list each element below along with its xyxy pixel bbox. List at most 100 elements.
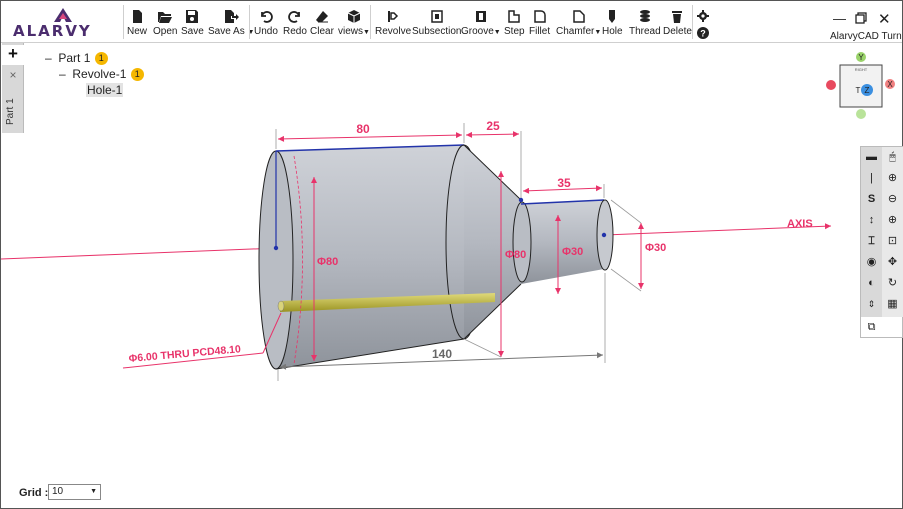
cone-section[interactable]: [463, 144, 522, 340]
close-tab-icon[interactable]: ×: [2, 68, 24, 82]
axis-line: [1, 223, 832, 260]
app-title: AlarvyCAD Turn: [830, 31, 902, 42]
view-cube[interactable]: Y X RIGHT Z T: [824, 51, 899, 121]
dim-line-25: [465, 131, 520, 138]
alarvy-logo: ALARVY: [7, 5, 119, 40]
collapse-icon[interactable]: –: [59, 67, 66, 81]
thread-icon: [639, 10, 650, 22]
grid-control: Grid : 10 ▼: [19, 484, 101, 500]
vertical-arrows-icon[interactable]: ↕: [861, 210, 882, 231]
dim-140-label: 140: [432, 347, 452, 361]
save-as-button[interactable]: Save As ▼: [208, 9, 254, 37]
z-axis-label: Z: [865, 86, 870, 95]
subsection-button[interactable]: Subsection: [412, 9, 461, 37]
axis-label: AXIS: [787, 218, 813, 230]
large-cylinder[interactable]: [258, 144, 483, 370]
svg-text:?: ?: [700, 29, 706, 39]
cube-icon: [347, 10, 361, 23]
zoom-window-icon[interactable]: ⊕: [882, 210, 903, 231]
contrast-icon[interactable]: ◐: [861, 273, 882, 294]
chevron-down-icon: ▼: [493, 29, 501, 36]
restore-icon[interactable]: [855, 12, 867, 24]
tree-item-revolve[interactable]: – Revolve-1 1: [59, 67, 144, 81]
tab-part-1[interactable]: Part 1: [5, 91, 16, 133]
step-icon: [508, 10, 521, 23]
neg-y-handle[interactable]: [856, 109, 866, 119]
sort-icon[interactable]: ⇕: [861, 294, 882, 315]
step-button[interactable]: Step: [504, 9, 525, 37]
save-button[interactable]: Save: [181, 9, 204, 37]
x-axis-label: X: [887, 80, 893, 89]
groove-icon: [475, 11, 486, 22]
tree-item-hole[interactable]: Hole-1: [86, 83, 124, 97]
rotate-icon[interactable]: ↻: [882, 273, 903, 294]
section-s-icon[interactable]: S: [861, 189, 882, 210]
new-button[interactable]: New: [127, 9, 147, 37]
file-export-icon: [225, 10, 240, 23]
hole-callout-label: Φ6.00 THRU PCD48.10: [128, 343, 241, 365]
dim-25-label: 25: [486, 119, 500, 133]
collapse-panel-icon[interactable]: ▬: [861, 147, 882, 168]
view-tools-panel: ▬ | S ↕ ⌶ ◉ ◐ ⇕ 🖱 ⊕ ⊖ ⊕ ⊡ ✥ ↻ ▦ ⧉: [860, 146, 903, 338]
add-part-button[interactable]: +: [2, 45, 24, 65]
redo-icon: [288, 11, 300, 23]
hole-icon: [609, 10, 616, 23]
brand-name: ALARVY: [13, 22, 92, 40]
fillet-button[interactable]: Fillet: [529, 9, 550, 37]
gear-icon[interactable]: [697, 10, 709, 22]
grid-select[interactable]: 10 ▼: [48, 484, 101, 500]
dim-dia80-label: Φ80: [317, 256, 338, 268]
thread-button[interactable]: Thread: [629, 9, 661, 37]
grid-value: 10: [52, 486, 64, 497]
delete-button[interactable]: Delete: [663, 9, 692, 37]
zoom-in-icon[interactable]: ⊕: [882, 168, 903, 189]
undo-button[interactable]: Undo: [254, 9, 278, 37]
redo-button[interactable]: Redo: [283, 9, 307, 37]
zoom-out-icon[interactable]: ⊖: [882, 189, 903, 210]
chamfer-icon: [572, 10, 585, 23]
help-icon[interactable]: ?: [697, 27, 709, 39]
revolve-button[interactable]: Revolve: [375, 9, 411, 37]
neg-x-handle[interactable]: [826, 80, 836, 90]
eye-icon[interactable]: ◉: [861, 252, 882, 273]
collapse-icon[interactable]: –: [45, 51, 52, 65]
dim-dia30-label: Φ30: [562, 246, 583, 258]
dim-80-label: 80: [356, 122, 370, 136]
y-axis-label: Y: [858, 53, 864, 62]
pan-icon[interactable]: ✥: [882, 252, 903, 273]
views-button[interactable]: views▼: [338, 9, 370, 37]
small-cylinder[interactable]: [512, 199, 614, 284]
count-badge: 1: [130, 68, 144, 81]
dim-dia80-cone-label: Φ80: [505, 249, 526, 261]
tree-item-part[interactable]: – Part 1 1: [45, 51, 108, 65]
hole-button[interactable]: Hole: [602, 9, 623, 37]
close-window-icon[interactable]: ✕: [878, 10, 891, 28]
grid-label: Grid :: [19, 487, 49, 499]
chamfer-button[interactable]: Chamfer▼: [556, 9, 601, 37]
grid-view-icon[interactable]: ▦: [882, 294, 903, 315]
undo-icon: [261, 11, 273, 23]
layers-icon[interactable]: ⧉: [861, 317, 882, 338]
dim-line-80: [277, 132, 463, 142]
eraser-icon: [315, 11, 328, 23]
subsection-icon: [430, 10, 443, 23]
folder-open-icon: [158, 12, 173, 23]
hole-bore[interactable]: [277, 293, 495, 312]
t-label: T: [856, 86, 861, 95]
zoom-fit-icon[interactable]: ⊡: [882, 231, 903, 252]
chevron-down-icon: ▼: [363, 29, 370, 36]
cube-face-label: RIGHT: [855, 67, 868, 72]
minimize-icon[interactable]: —: [833, 11, 846, 26]
vertical-line-icon[interactable]: |: [861, 168, 882, 189]
open-button[interactable]: Open: [153, 9, 177, 37]
dim-line-140: [279, 352, 604, 370]
file-icon: [133, 10, 142, 23]
mouse-icon[interactable]: 🖱: [882, 147, 903, 168]
fillet-icon: [533, 10, 546, 23]
groove-button[interactable]: Groove▼: [461, 9, 501, 37]
save-icon: [186, 10, 199, 23]
fit-height-icon[interactable]: ⌶: [861, 231, 882, 252]
trash-icon: [672, 11, 683, 23]
clear-button[interactable]: Clear: [310, 9, 334, 37]
revolve-icon: [388, 11, 399, 22]
